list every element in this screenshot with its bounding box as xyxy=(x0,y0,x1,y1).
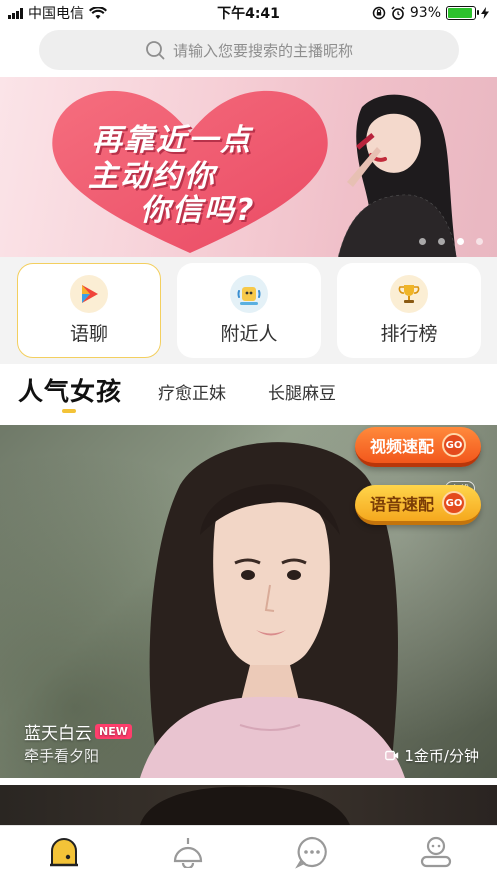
signal-icon xyxy=(8,7,23,19)
lamp-icon xyxy=(173,838,203,868)
feature-nearby[interactable]: 附近人 xyxy=(177,263,321,358)
play-icon xyxy=(70,275,108,313)
new-badge: NEW xyxy=(95,724,132,739)
host-card[interactable]: 视频速配 GO 在线 语音速配 GO 蓝天白云 NEW 牵手看夕阳 1金币/分钟 xyxy=(0,425,497,778)
bottom-nav xyxy=(0,825,497,883)
messages-tab[interactable] xyxy=(292,832,332,872)
carousel-dot[interactable] xyxy=(419,238,426,245)
tab-popular-girls[interactable]: 人气女孩 xyxy=(18,372,122,408)
carousel-dot[interactable] xyxy=(457,238,464,245)
banner-model-image xyxy=(337,94,457,257)
search-placeholder: 请输入您要搜索的主播昵称 xyxy=(172,41,353,60)
host-card[interactable] xyxy=(0,785,497,825)
host-photo xyxy=(140,786,350,825)
promo-banner[interactable]: 再靠近一点 主动约你 你信吗? xyxy=(0,77,497,257)
wifi-icon xyxy=(89,6,107,19)
search-icon xyxy=(146,41,165,60)
home-arch-icon xyxy=(50,838,78,867)
category-tabs: 人气女孩 疗愈正妹 长腿麻豆 xyxy=(0,364,497,424)
go-badge: GO xyxy=(442,491,466,515)
feature-shortcuts: 语聊 附近人 排行榜 xyxy=(0,257,497,364)
battery-icon xyxy=(446,6,479,20)
host-name: 蓝天白云 xyxy=(24,724,92,744)
carrier-label: 中国电信 xyxy=(28,6,84,22)
battery-fill xyxy=(448,8,473,18)
status-bar: 中国电信 下午4:41 93% xyxy=(0,0,497,26)
carousel-dot[interactable] xyxy=(476,238,483,245)
live-tab[interactable] xyxy=(168,832,208,872)
feature-voice-chat[interactable]: 语聊 xyxy=(17,263,161,358)
feature-label: 附近人 xyxy=(220,323,278,345)
chat-bubble-icon xyxy=(295,836,327,869)
feature-label: 语聊 xyxy=(69,323,108,345)
call-price: 1金币/分钟 xyxy=(385,745,479,766)
charging-icon xyxy=(481,7,489,19)
tab-long-legs-models[interactable]: 长腿麻豆 xyxy=(268,379,336,404)
carousel-dots[interactable] xyxy=(419,238,483,245)
tab-healing-girls[interactable]: 疗愈正妹 xyxy=(158,379,226,404)
trophy-icon xyxy=(390,275,428,313)
rotation-lock-icon xyxy=(372,6,386,20)
video-match-button[interactable]: 视频速配 GO xyxy=(355,427,481,467)
search-input[interactable]: 请输入您要搜索的主播昵称 xyxy=(39,30,459,70)
nearby-icon xyxy=(230,275,268,313)
host-name-row: 蓝天白云 NEW xyxy=(24,719,132,744)
home-tab[interactable] xyxy=(44,832,84,872)
feature-leaderboard[interactable]: 排行榜 xyxy=(337,263,481,358)
feature-label: 排行榜 xyxy=(380,323,438,345)
host-photo xyxy=(140,442,405,778)
profile-tab[interactable] xyxy=(416,832,456,872)
alarm-icon xyxy=(391,6,405,20)
go-badge: GO xyxy=(442,433,466,457)
banner-line-3: 你信吗? xyxy=(140,193,256,228)
video-camera-icon xyxy=(385,750,399,761)
tab-indicator xyxy=(62,409,76,413)
carousel-dot[interactable] xyxy=(438,238,445,245)
battery-percent: 93% xyxy=(409,5,441,21)
user-icon xyxy=(420,836,452,868)
host-signature: 牵手看夕阳 xyxy=(24,747,100,765)
voice-match-button[interactable]: 语音速配 GO xyxy=(355,485,481,525)
